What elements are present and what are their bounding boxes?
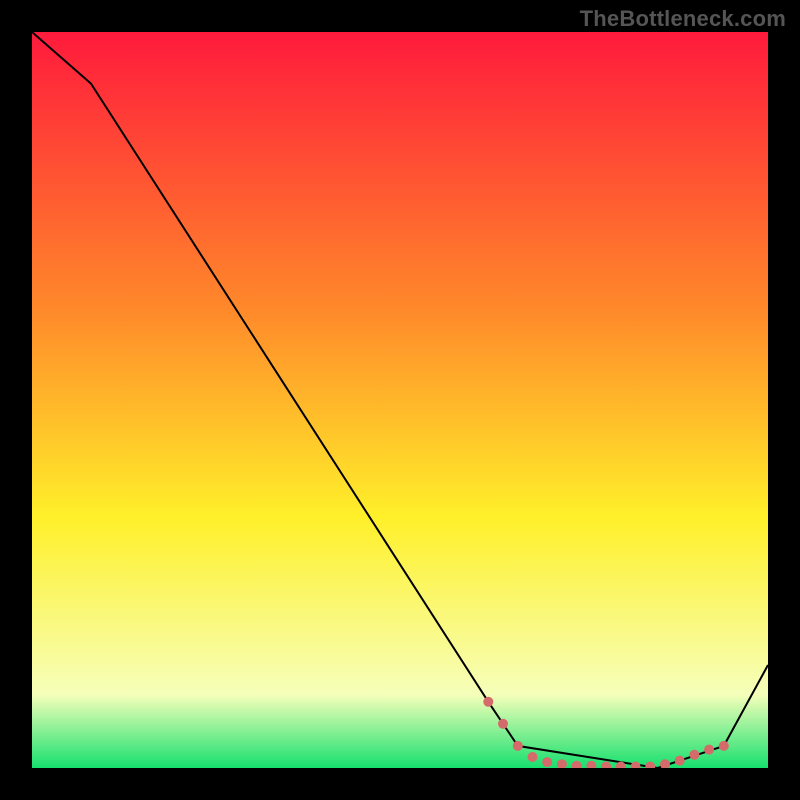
marker-dot <box>689 750 699 760</box>
watermark-text: TheBottleneck.com <box>580 6 786 32</box>
gradient-bg <box>32 32 768 768</box>
marker-dot <box>675 756 685 766</box>
marker-dot <box>483 697 493 707</box>
marker-dot <box>498 719 508 729</box>
marker-dot <box>719 741 729 751</box>
marker-dot <box>528 752 538 762</box>
marker-dot <box>542 757 552 767</box>
chart-frame: TheBottleneck.com <box>0 0 800 800</box>
marker-dot <box>704 745 714 755</box>
chart-svg <box>32 32 768 768</box>
marker-dot <box>513 741 523 751</box>
plot-area <box>32 32 768 768</box>
